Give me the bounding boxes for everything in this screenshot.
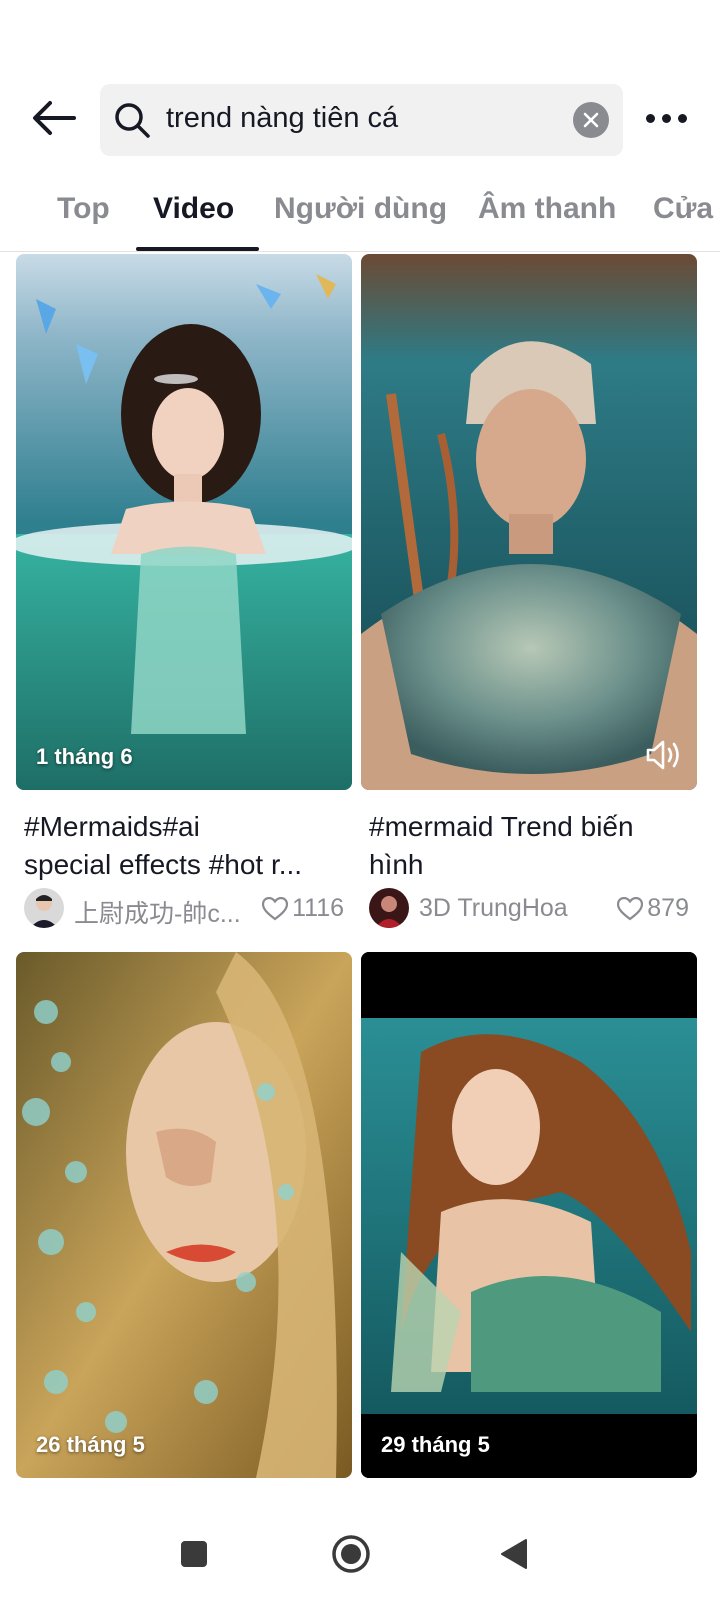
thumbnail-image — [361, 952, 697, 1478]
search-tabs: Top Video Người dùng Âm thanh Cửa — [0, 176, 720, 252]
video-date: 1 tháng 6 — [36, 744, 133, 769]
more-horizontal-icon — [645, 113, 655, 123]
thumbnail-image — [16, 254, 352, 790]
more-options-button[interactable] — [638, 92, 694, 144]
system-navigation-bar — [0, 1504, 720, 1600]
speaker-icon[interactable] — [645, 738, 683, 772]
video-thumbnail[interactable]: 29 tháng 5 — [361, 952, 697, 1478]
home-button[interactable] — [331, 1534, 371, 1574]
avatar[interactable] — [369, 888, 409, 928]
tab-users[interactable]: Người dùng — [274, 192, 447, 226]
video-meta: 3D TrungHoa 879 — [369, 888, 689, 928]
video-meta: 上尉成功-帥c... 1116 — [24, 888, 344, 928]
video-caption: #Mermaids#ai special effects #hot r... — [24, 811, 303, 880]
tab-sounds[interactable]: Âm thanh — [478, 192, 616, 226]
like-count: 1116 — [262, 894, 344, 923]
video-thumbnail[interactable] — [361, 254, 697, 790]
search-results-screen: trend nàng tiên cá Top Video Người dùng … — [0, 0, 720, 1600]
back-button[interactable] — [26, 90, 82, 146]
author-name[interactable]: 上尉成功-帥c... — [74, 894, 241, 930]
active-tab-indicator — [136, 247, 259, 251]
video-thumbnail[interactable]: 26 tháng 5 — [16, 952, 352, 1478]
tab-top[interactable]: Top — [57, 192, 110, 226]
video-card[interactable]: 1 tháng 6 #Mermaids#ai special effects #… — [16, 254, 352, 934]
close-icon — [583, 112, 599, 128]
search-header: trend nàng tiên cá — [0, 80, 720, 156]
video-thumbnail[interactable]: 1 tháng 6 — [16, 254, 352, 790]
arrow-left-icon — [33, 101, 76, 135]
video-card[interactable]: 29 tháng 5 — [361, 952, 697, 1482]
video-date: 29 tháng 5 — [381, 1432, 490, 1457]
search-query-text: trend nàng tiên cá — [166, 102, 399, 134]
thumbnail-image — [16, 952, 352, 1478]
video-card[interactable]: 26 tháng 5 — [16, 952, 352, 1482]
author-name[interactable]: 3D TrungHoa — [419, 894, 568, 923]
video-date: 26 tháng 5 — [36, 1432, 145, 1457]
video-caption: #mermaid Trend biến hình — [369, 811, 634, 880]
square-icon — [181, 1541, 207, 1567]
tab-shop[interactable]: Cửa — [653, 192, 713, 226]
recent-apps-button[interactable] — [174, 1534, 214, 1574]
heart-icon — [617, 896, 644, 920]
thumbnail-image — [361, 254, 697, 790]
clear-search-button[interactable] — [573, 102, 609, 138]
video-card[interactable]: #mermaid Trend biến hình 3D TrungHoa 879 — [361, 254, 697, 934]
avatar[interactable] — [24, 888, 64, 928]
search-input[interactable]: trend nàng tiên cá — [100, 84, 623, 156]
heart-icon — [262, 896, 289, 920]
tab-video[interactable]: Video — [153, 192, 234, 226]
triangle-back-icon — [501, 1539, 527, 1569]
back-nav-button[interactable] — [494, 1534, 534, 1574]
search-icon — [115, 103, 150, 138]
circle-icon — [332, 1535, 370, 1573]
like-count: 879 — [617, 894, 689, 923]
